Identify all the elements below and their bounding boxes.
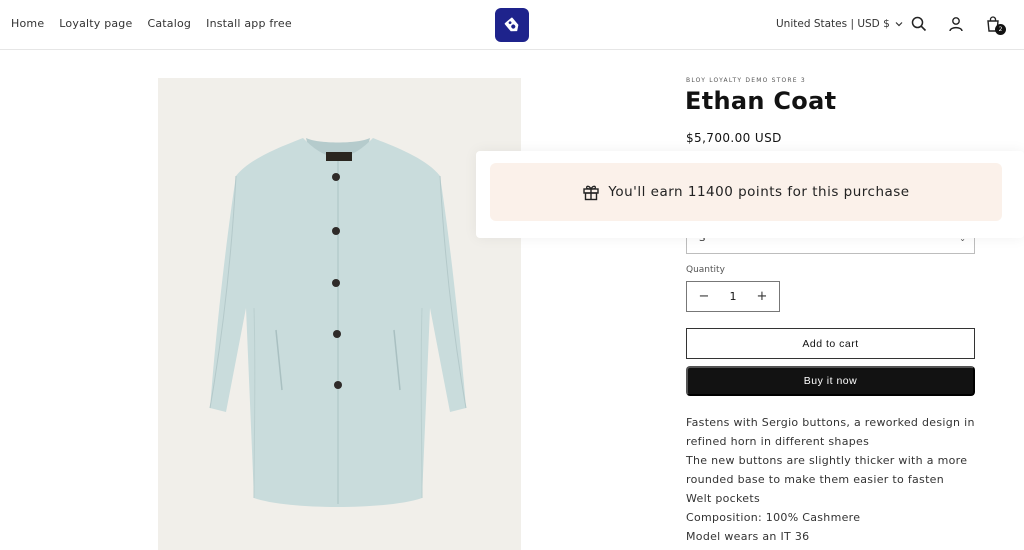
description-line: Model wears an IT 36 xyxy=(686,530,810,543)
product-description: Fastens with Sergio buttons, a reworked … xyxy=(686,413,986,546)
add-to-cart-button[interactable]: Add to cart xyxy=(686,328,975,359)
country-currency-selector[interactable]: United States | USD $ xyxy=(776,18,903,30)
account-icon xyxy=(949,17,963,32)
coat-illustration xyxy=(209,138,467,507)
locale-label: United States | USD $ xyxy=(776,18,890,30)
search-button[interactable] xyxy=(909,14,929,34)
quantity-label: Quantity xyxy=(686,265,725,275)
quantity-stepper: − 1 + xyxy=(686,281,780,312)
site-header: Home Loyalty page Catalog Install app fr… xyxy=(0,0,1024,50)
account-button[interactable] xyxy=(946,14,966,34)
product-image[interactable] xyxy=(158,78,521,550)
description-line: The new buttons are slightly thicker wit… xyxy=(686,454,968,486)
gift-icon xyxy=(583,185,600,201)
description-line: Welt pockets xyxy=(686,492,761,505)
tag-icon xyxy=(504,17,519,32)
description-line: Fastens with Sergio buttons, a reworked … xyxy=(686,416,975,448)
buy-now-button[interactable]: Buy it now xyxy=(686,366,975,396)
cart-button[interactable]: 2 xyxy=(983,14,1006,35)
points-banner: You'll earn 11400 points for this purcha… xyxy=(490,163,1002,221)
search-icon xyxy=(911,16,927,32)
nav-home[interactable]: Home xyxy=(11,17,44,30)
points-message: You'll earn 11400 points for this purcha… xyxy=(608,184,910,200)
nav-catalog[interactable]: Catalog xyxy=(147,17,191,30)
store-logo[interactable] xyxy=(495,8,529,42)
plus-icon[interactable]: + xyxy=(755,289,769,304)
cart-count-badge: 2 xyxy=(995,24,1006,35)
nav-loyalty-page[interactable]: Loyalty page xyxy=(59,17,132,30)
description-line: Composition: 100% Cashmere xyxy=(686,511,861,524)
minus-icon[interactable]: − xyxy=(697,289,711,304)
nav-install-app[interactable]: Install app free xyxy=(206,17,292,30)
quantity-input[interactable]: 1 xyxy=(730,290,737,303)
product-price: $5,700.00 USD xyxy=(686,131,782,145)
product-title: Ethan Coat xyxy=(685,87,837,115)
chevron-down-icon xyxy=(895,22,903,27)
product-vendor: BLOY LOYALTY DEMO STORE 3 xyxy=(686,77,806,84)
main-nav: Home Loyalty page Catalog Install app fr… xyxy=(11,17,292,30)
